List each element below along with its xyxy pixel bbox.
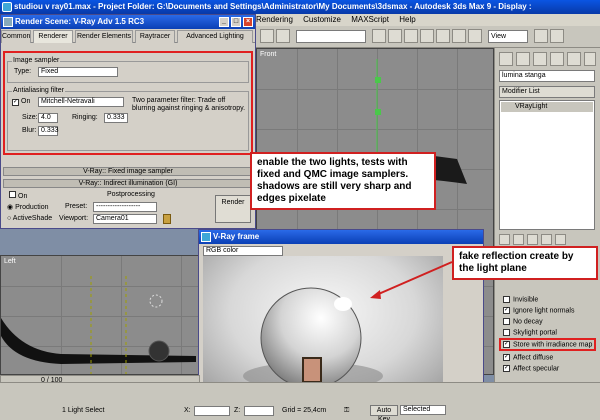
arrow-head <box>370 290 381 299</box>
arrow-line <box>373 261 453 297</box>
annotation-arrow <box>370 261 453 299</box>
